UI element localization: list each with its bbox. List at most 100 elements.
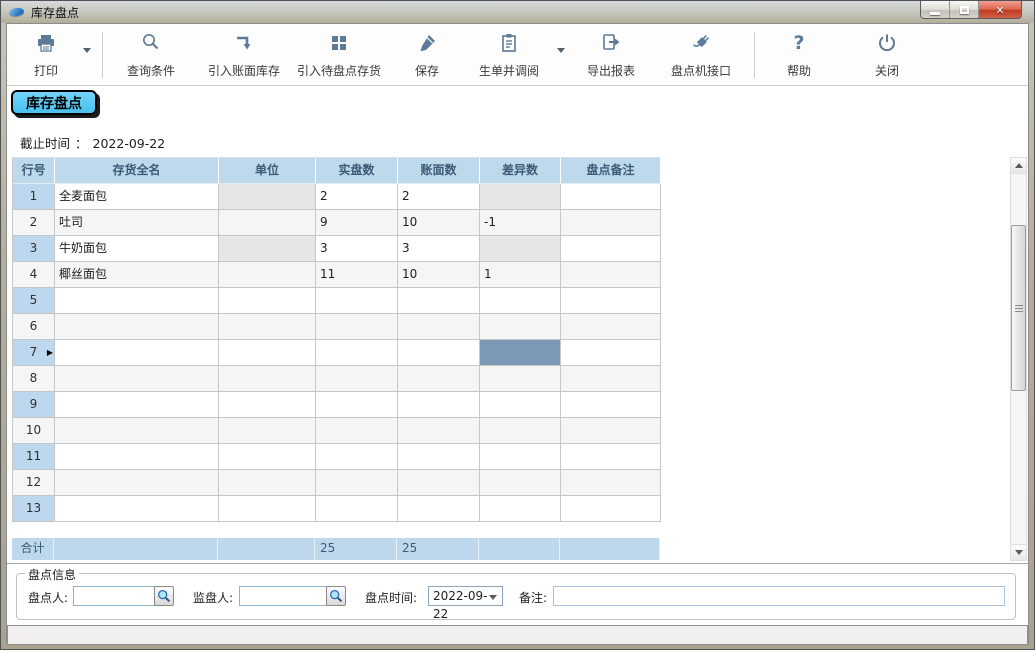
cell-book[interactable]	[398, 366, 480, 392]
cell-name[interactable]: 全麦面包	[55, 184, 219, 210]
cell-actual[interactable]	[316, 288, 398, 314]
row-number-cell[interactable]: 7▶	[13, 340, 55, 366]
tab-inventory-count[interactable]: 库存盘点	[11, 90, 97, 115]
supervisor-lookup-button[interactable]	[326, 586, 346, 606]
import-pending-stock-button[interactable]: 引入待盘点存货	[291, 30, 387, 82]
generate-dropdown-arrow[interactable]	[557, 48, 565, 53]
cell-name[interactable]	[55, 366, 219, 392]
note-input[interactable]	[553, 586, 1005, 606]
cell-unit[interactable]	[219, 288, 316, 314]
cell-book[interactable]	[398, 314, 480, 340]
close-button[interactable]: ✕	[979, 1, 1021, 19]
cell-name[interactable]: 椰丝面包	[55, 262, 219, 288]
cell-name[interactable]: 牛奶面包	[55, 236, 219, 262]
cell-unit[interactable]	[219, 444, 316, 470]
cell-note[interactable]	[561, 496, 661, 522]
cell-diff[interactable]	[480, 366, 561, 392]
row-number-cell[interactable]: 13	[13, 496, 55, 522]
cell-note[interactable]	[561, 470, 661, 496]
cell-diff[interactable]	[480, 314, 561, 340]
cell-name[interactable]	[55, 496, 219, 522]
scroll-down-button[interactable]	[1011, 544, 1026, 560]
cell-name[interactable]	[55, 418, 219, 444]
cell-note[interactable]	[561, 262, 661, 288]
row-number-cell[interactable]: 11	[13, 444, 55, 470]
cell-diff[interactable]	[480, 392, 561, 418]
cell-note[interactable]	[561, 366, 661, 392]
cell-name[interactable]	[55, 314, 219, 340]
cell-note[interactable]	[561, 392, 661, 418]
cell-book[interactable]	[398, 470, 480, 496]
vertical-scrollbar[interactable]	[1010, 157, 1027, 561]
scanner-interface-button[interactable]: 盘点机接口	[657, 30, 745, 82]
cell-diff[interactable]	[480, 444, 561, 470]
supervisor-input[interactable]	[239, 586, 327, 606]
maximize-button[interactable]	[950, 1, 979, 19]
cell-diff[interactable]	[480, 184, 561, 210]
title-bar[interactable]: 库存盘点 ✕	[1, 1, 1034, 23]
cell-note[interactable]	[561, 444, 661, 470]
cell-actual[interactable]	[316, 470, 398, 496]
cell-actual[interactable]	[316, 418, 398, 444]
cell-actual[interactable]	[316, 366, 398, 392]
export-report-button[interactable]: 导出报表	[573, 30, 649, 82]
row-number-cell[interactable]: 1	[13, 184, 55, 210]
cell-unit[interactable]	[219, 314, 316, 340]
cell-unit[interactable]	[219, 262, 316, 288]
import-book-inventory-button[interactable]: 引入账面库存	[197, 30, 291, 82]
cell-diff[interactable]	[480, 236, 561, 262]
cell-unit[interactable]	[219, 210, 316, 236]
cell-note[interactable]	[561, 236, 661, 262]
cell-actual[interactable]: 3	[316, 236, 398, 262]
cell-unit[interactable]	[219, 340, 316, 366]
cell-actual[interactable]	[316, 496, 398, 522]
row-number-cell[interactable]: 2	[13, 210, 55, 236]
cell-actual[interactable]: 2	[316, 184, 398, 210]
row-number-cell[interactable]: 3	[13, 236, 55, 262]
cell-diff[interactable]	[480, 496, 561, 522]
cell-diff[interactable]	[480, 288, 561, 314]
row-number-cell[interactable]: 5	[13, 288, 55, 314]
query-conditions-button[interactable]: 查询条件	[109, 30, 193, 82]
cell-book[interactable]	[398, 444, 480, 470]
minimize-button[interactable]	[921, 1, 950, 19]
cell-actual[interactable]: 11	[316, 262, 398, 288]
cell-name[interactable]	[55, 470, 219, 496]
cell-diff[interactable]	[480, 340, 561, 366]
cell-note[interactable]	[561, 314, 661, 340]
close-tool-button[interactable]: 关闭	[855, 30, 919, 82]
cell-unit[interactable]	[219, 496, 316, 522]
print-dropdown-arrow[interactable]	[83, 48, 91, 53]
cell-note[interactable]	[561, 184, 661, 210]
cell-unit[interactable]	[219, 184, 316, 210]
cell-unit[interactable]	[219, 366, 316, 392]
cell-actual[interactable]	[316, 340, 398, 366]
cell-book[interactable]: 10	[398, 210, 480, 236]
help-button[interactable]: ? 帮助	[767, 30, 831, 82]
cell-note[interactable]	[561, 418, 661, 444]
cell-book[interactable]: 3	[398, 236, 480, 262]
cell-actual[interactable]	[316, 314, 398, 340]
cell-note[interactable]	[561, 288, 661, 314]
scrollbar-thumb[interactable]	[1011, 225, 1026, 391]
cell-name[interactable]	[55, 340, 219, 366]
scroll-up-button[interactable]	[1011, 158, 1026, 174]
row-number-cell[interactable]: 9	[13, 392, 55, 418]
cell-book[interactable]: 2	[398, 184, 480, 210]
cell-name[interactable]	[55, 288, 219, 314]
print-button[interactable]: 打印	[17, 30, 75, 82]
row-number-cell[interactable]: 4	[13, 262, 55, 288]
row-number-cell[interactable]: 6	[13, 314, 55, 340]
cell-actual[interactable]	[316, 444, 398, 470]
cell-unit[interactable]	[219, 418, 316, 444]
generate-document-button[interactable]: 生单并调阅	[465, 30, 553, 82]
cell-book[interactable]	[398, 340, 480, 366]
cell-diff[interactable]	[480, 470, 561, 496]
cell-name[interactable]	[55, 392, 219, 418]
cell-name[interactable]: 吐司	[55, 210, 219, 236]
cell-book[interactable]	[398, 418, 480, 444]
count-time-combobox[interactable]: 2022-09-22	[428, 586, 503, 606]
row-number-cell[interactable]: 12	[13, 470, 55, 496]
row-number-cell[interactable]: 10	[13, 418, 55, 444]
counter-input[interactable]	[73, 586, 155, 606]
